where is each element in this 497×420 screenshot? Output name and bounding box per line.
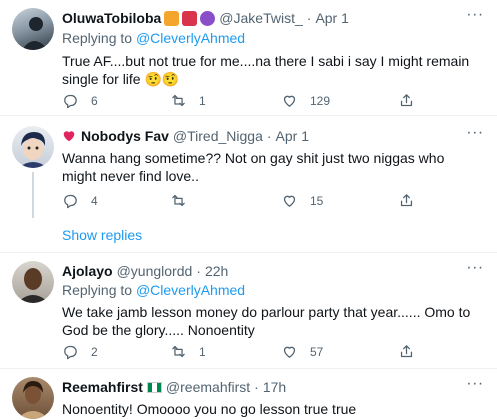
tweet-header: OluwaTobiloba @JakeTwist_ · Apr 1 [62,8,463,28]
username[interactable]: @Tired_Nigga [173,128,263,144]
like-count: 57 [310,344,324,359]
like-button[interactable]: 57 [281,343,323,360]
tweet-text: We take jamb lesson money do parlour par… [62,304,471,338]
separator-dot: · [254,379,259,395]
tweet-nobodys-fav[interactable]: Nobodys Fav @Tired_Nigga · Apr 1 ··· Wan… [0,116,497,226]
reply-icon [64,94,77,109]
tweet-actions: 2 1 57 [62,343,473,363]
avatar[interactable] [12,377,54,419]
tweet-header: Reemahfirst @reemahfirst · 17h [62,377,463,397]
username[interactable]: @reemahfirst [166,379,250,395]
reply-count: 6 [91,93,98,108]
timestamp[interactable]: 22h [205,263,228,279]
tweet-oluwatobiloba[interactable]: OluwaTobiloba @JakeTwist_ · Apr 1 ··· Re… [0,0,497,113]
reply-count: 2 [91,344,98,359]
display-name[interactable]: Nobodys Fav [81,128,169,144]
thread-connector [32,172,34,218]
more-options-icon[interactable]: ··· [465,260,485,282]
retweet-button[interactable] [170,192,199,209]
tweet-actions: 6 1 129 [62,92,473,112]
replying-to: Replying to @CleverlyAhmed [62,282,245,298]
username[interactable]: @yunglordd [117,263,193,279]
retweet-count: 1 [199,93,206,108]
replying-to: Replying to @CleverlyAhmed [62,30,245,46]
heart-icon [283,195,296,207]
tweet-text: True AF....but not true for me....na the… [62,53,470,87]
reply-button[interactable]: 6 [62,92,98,109]
avatar[interactable] [12,8,54,50]
tweet-actions: 4 15 [62,192,473,212]
heart-icon [283,95,296,107]
reply-icon [64,194,77,209]
retweet-icon [172,345,185,358]
like-button[interactable]: 15 [281,192,323,209]
red-heart-emoji [63,131,75,142]
share-button[interactable] [398,92,415,109]
retweet-icon [172,94,185,107]
replying-to-label: Replying to [62,30,133,46]
mention-link[interactable]: @CleverlyAhmed [136,282,245,298]
replying-to-label: Replying to [62,282,133,298]
like-count: 129 [310,93,331,108]
share-button[interactable] [398,192,415,209]
separator-dot: · [266,128,272,144]
timestamp[interactable]: 17h [263,379,286,395]
tweet-header: Nobodys Fav @Tired_Nigga · Apr 1 [62,126,463,146]
avatar[interactable] [12,261,54,303]
tweet-reemahfirst[interactable]: Reemahfirst @reemahfirst · 17h ··· Nonoe… [0,369,497,420]
more-options-icon[interactable]: ··· [465,7,485,29]
display-name[interactable]: OluwaTobiloba [62,10,161,26]
mention-link[interactable]: @CleverlyAhmed [136,30,245,46]
avatar[interactable] [12,126,54,168]
tiger-face-emoji [164,10,180,26]
tweet-ajolayo[interactable]: Ajolayo @yunglordd · 22h ··· Replying to… [0,253,497,366]
more-options-icon[interactable]: ··· [465,125,485,147]
retweet-count: 1 [199,344,206,359]
tweet-header: Ajolayo @yunglordd · 22h [62,261,463,281]
show-replies-link[interactable]: Show replies [62,227,142,243]
reply-icon [64,345,77,360]
separator-dot: · [196,263,201,279]
tweet-text: Wanna hang sometime?? Not on gay shit ju… [62,150,445,184]
share-icon [400,94,413,107]
more-options-icon[interactable]: ··· [465,376,485,398]
gift-emoji [182,10,198,26]
like-count: 15 [310,193,324,208]
retweet-button[interactable]: 1 [170,92,206,109]
retweet-icon [172,194,185,207]
share-icon [400,194,413,207]
heart-icon [283,346,296,358]
reply-button[interactable]: 4 [62,192,98,209]
reply-count: 4 [91,193,98,208]
timestamp[interactable]: Apr 1 [276,128,309,144]
separator-dot: · [306,10,312,26]
display-name[interactable]: Reemahfirst [62,379,143,395]
share-button[interactable] [398,343,415,360]
nigeria-flag-emoji [146,381,162,393]
smiling-devil-emoji [200,10,216,26]
like-button[interactable]: 129 [281,92,330,109]
display-name[interactable]: Ajolayo [62,263,113,279]
timestamp[interactable]: Apr 1 [315,10,348,26]
retweet-button[interactable]: 1 [170,343,206,360]
share-icon [400,345,413,358]
tweet-text: Nonoentity! Omoooo you no go lesson true… [62,401,357,417]
username[interactable]: @JakeTwist_ [219,10,302,26]
reply-button[interactable]: 2 [62,343,98,360]
